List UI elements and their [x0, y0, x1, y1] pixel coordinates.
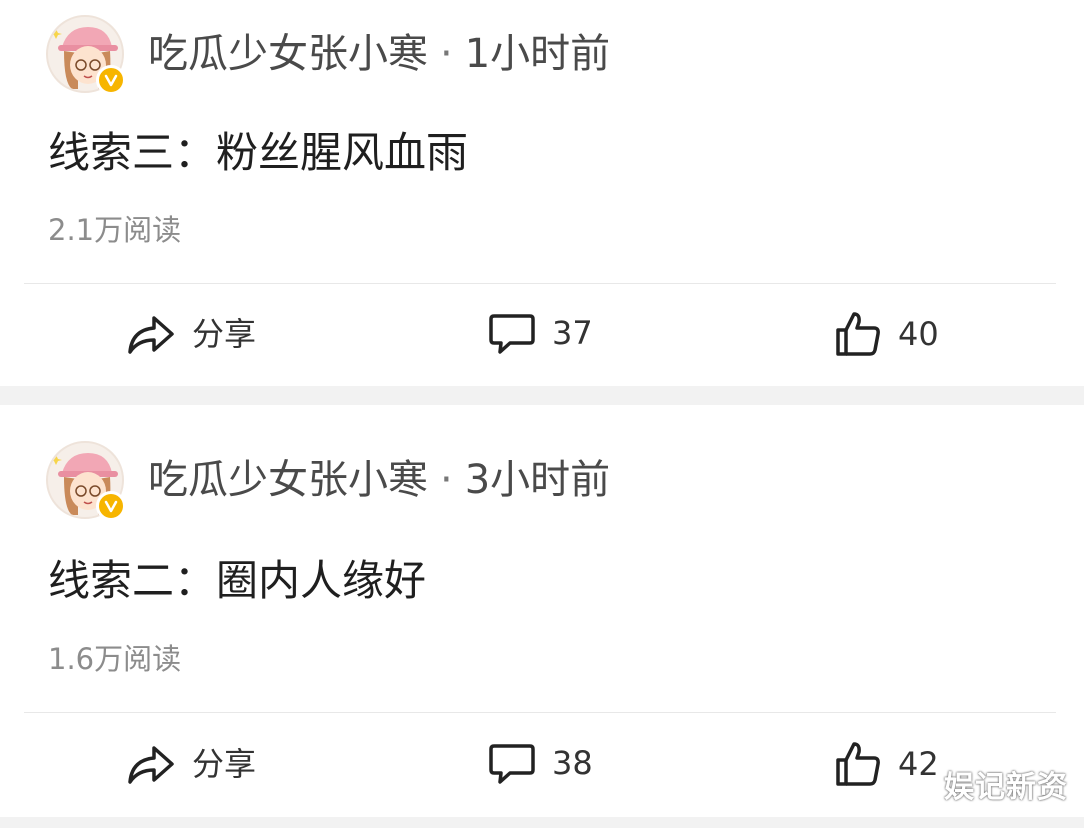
post-meta: 吃瓜少女张小寒 · 3小时前: [148, 460, 610, 500]
share-button[interactable]: 分享: [126, 740, 256, 788]
watermark: 娱记新资: [944, 770, 1068, 805]
comment-count: 38: [552, 744, 593, 782]
comment-count: 37: [552, 314, 593, 352]
like-button[interactable]: 40: [834, 310, 939, 358]
divider: [24, 712, 1056, 713]
read-count: 1.6万阅读: [48, 642, 182, 676]
divider: [24, 283, 1056, 284]
feed-post[interactable]: 吃瓜少女张小寒 · 3小时前 线索二：圈内人缘好 1.6万阅读 分享 38 42: [0, 405, 1084, 817]
avatar[interactable]: [46, 15, 126, 95]
share-button[interactable]: 分享: [126, 310, 256, 358]
comment-icon: [489, 744, 535, 784]
post-header: 吃瓜少女张小寒 · 1小时前: [46, 14, 610, 95]
thumbs-up-icon: [836, 312, 880, 356]
post-time: 1小时前: [464, 31, 611, 77]
post-title[interactable]: 线索三：粉丝腥风血雨: [48, 132, 468, 174]
author-name[interactable]: 吃瓜少女张小寒: [148, 460, 428, 500]
share-icon: [128, 746, 174, 784]
avatar[interactable]: [46, 441, 126, 521]
post-header: 吃瓜少女张小寒 · 3小时前: [46, 440, 610, 521]
feed-post[interactable]: 吃瓜少女张小寒 · 1小时前 线索三：粉丝腥风血雨 2.1万阅读 分享 37 4…: [0, 0, 1084, 386]
read-count: 2.1万阅读: [48, 213, 182, 247]
comment-button[interactable]: 37: [488, 310, 593, 356]
like-count: 42: [898, 745, 939, 783]
thumbs-up-icon: [836, 742, 880, 786]
like-count: 40: [898, 315, 939, 353]
comment-button[interactable]: 38: [488, 740, 593, 786]
author-name[interactable]: 吃瓜少女张小寒: [148, 34, 428, 74]
post-meta: 吃瓜少女张小寒 · 1小时前: [148, 34, 610, 74]
comment-icon: [489, 314, 535, 354]
post-title[interactable]: 线索二：圈内人缘好: [48, 560, 426, 602]
verified-v-icon: [96, 65, 126, 95]
share-label: 分享: [192, 315, 257, 353]
meta-separator: ·: [440, 457, 453, 503]
like-button[interactable]: 42: [834, 740, 939, 788]
share-label: 分享: [192, 745, 257, 783]
share-icon: [128, 316, 174, 354]
post-time: 3小时前: [464, 457, 611, 503]
meta-separator: ·: [440, 31, 453, 77]
verified-v-icon: [96, 491, 126, 521]
